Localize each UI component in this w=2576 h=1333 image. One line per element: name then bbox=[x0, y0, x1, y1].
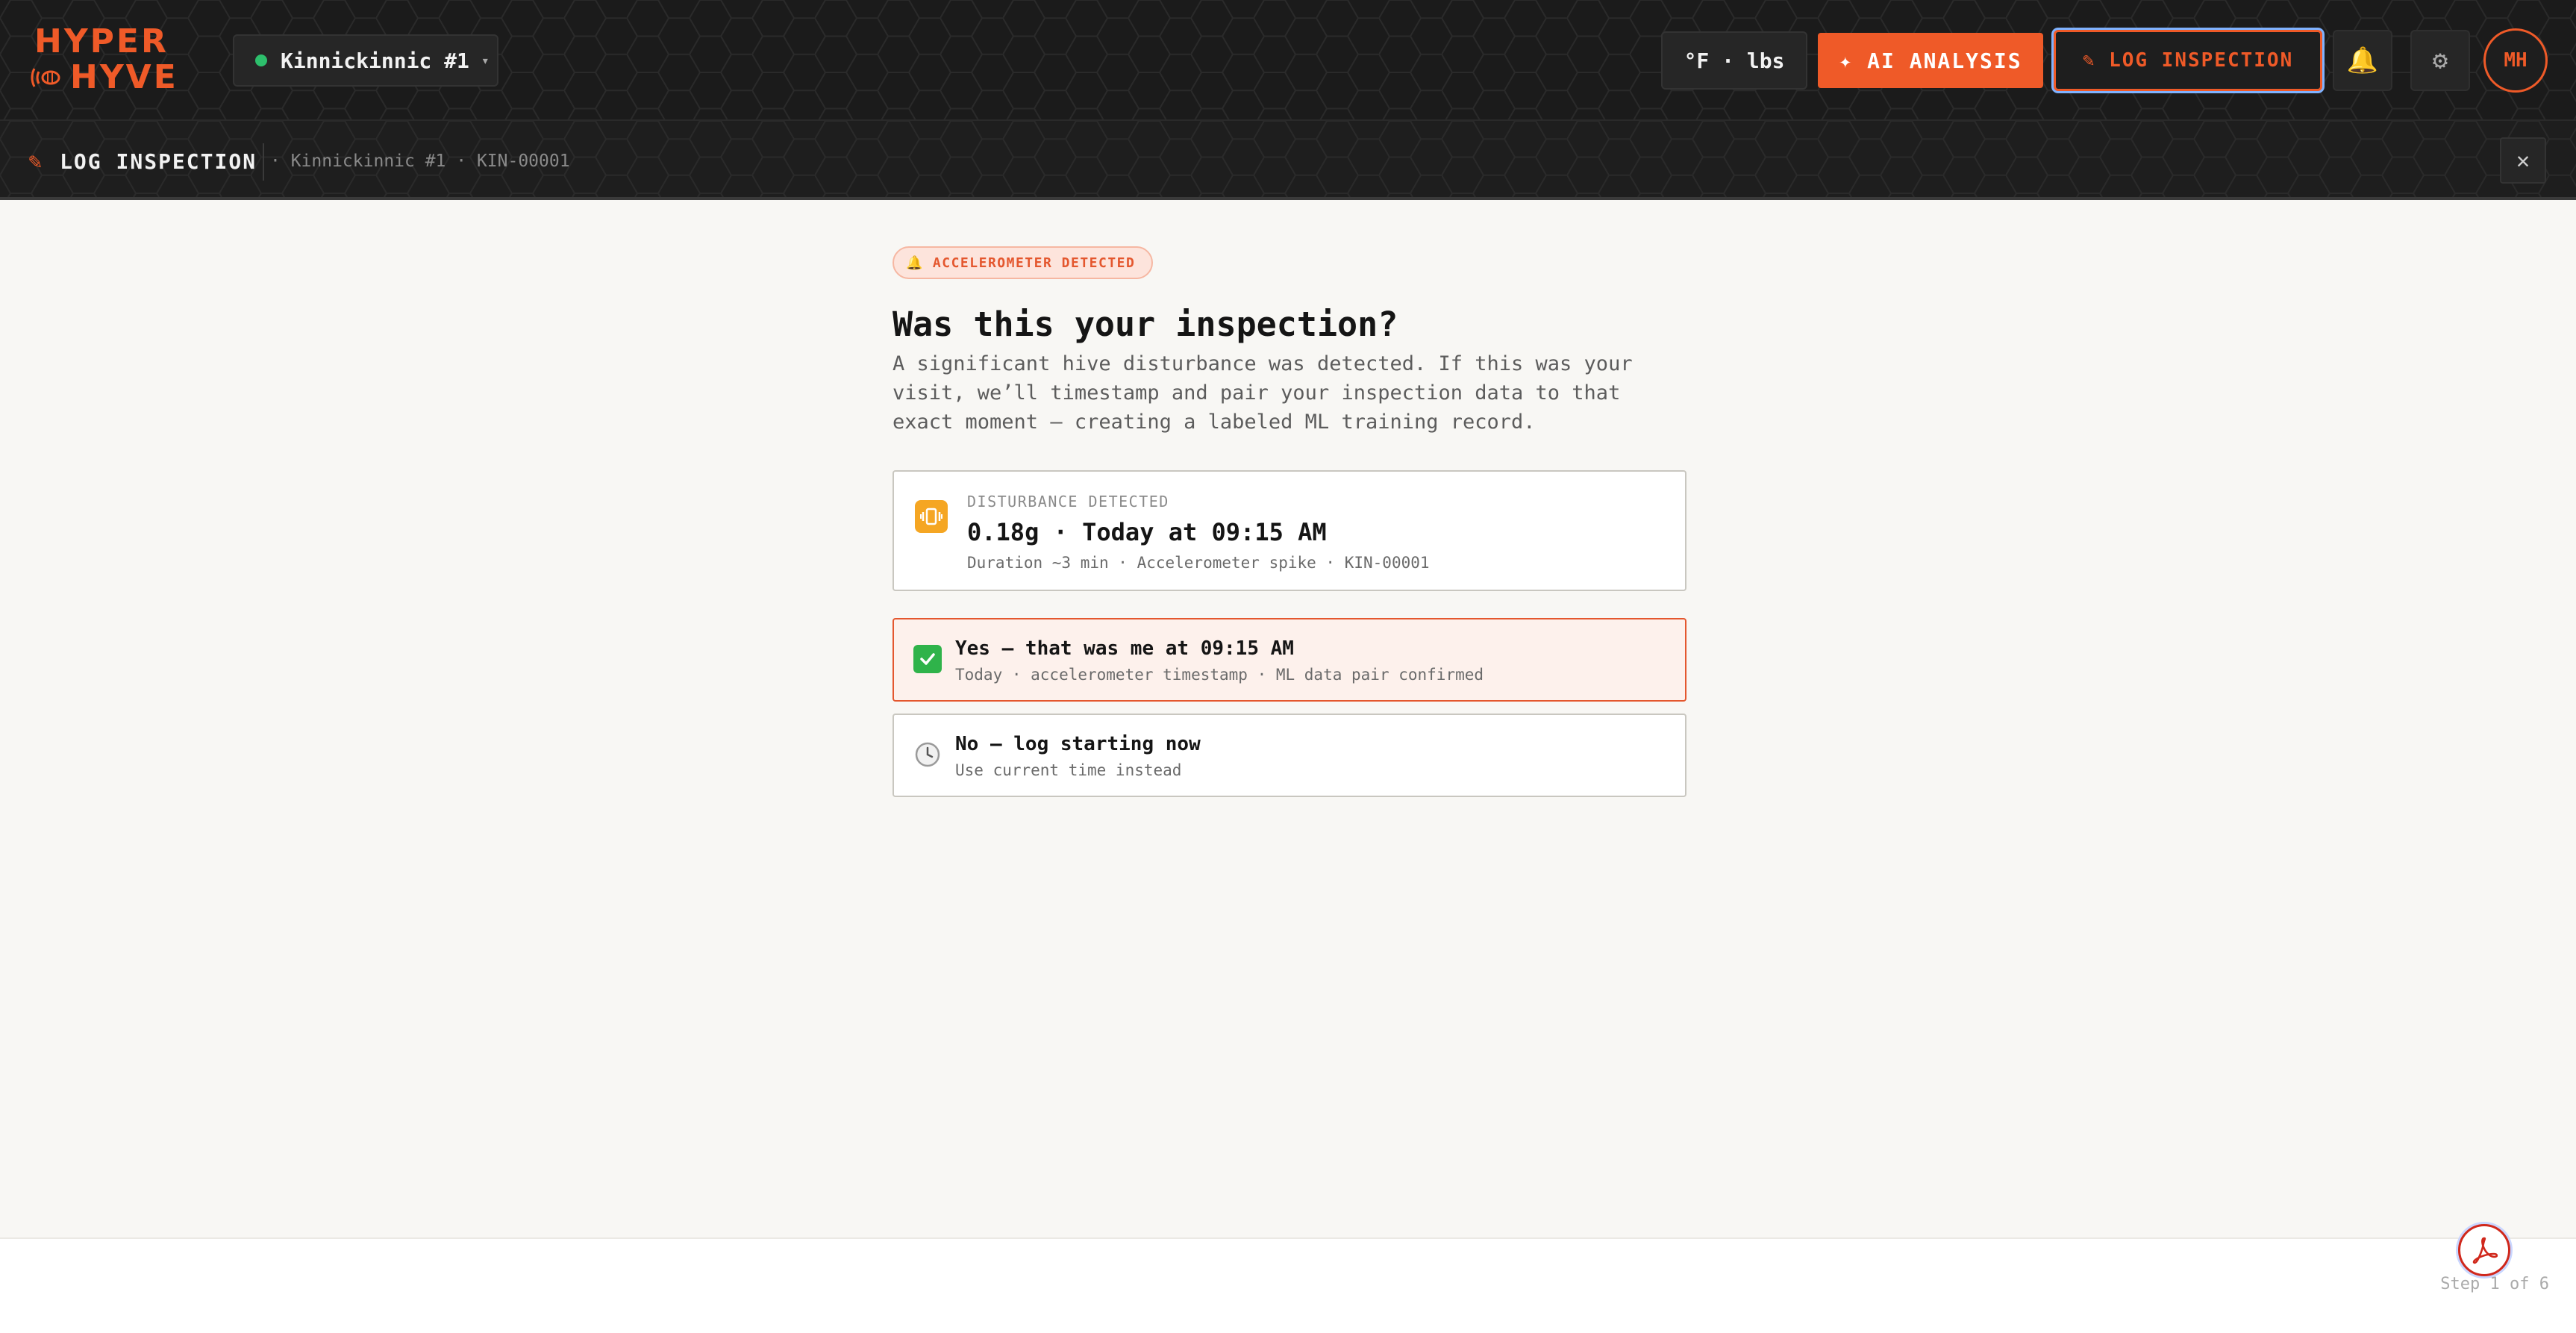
inspection-subheader: ✎ LOG INSPECTION · Kinnickinnic #1 · KIN… bbox=[0, 119, 2576, 200]
clock-icon bbox=[913, 740, 942, 769]
settings-button[interactable]: ⚙ bbox=[2410, 30, 2470, 91]
step-indicator: Step 1 of 6 bbox=[2440, 1275, 2549, 1293]
page-description: A significant hive disturbance was detec… bbox=[892, 352, 1633, 434]
option-title: Yes — that was me at 09:15 AM bbox=[955, 637, 1294, 660]
option-yes-that-was-me[interactable]: Yes — that was me at 09:15 AM Today · ac… bbox=[892, 618, 1686, 702]
hive-name: Kinnickinnic #1 bbox=[281, 48, 469, 73]
check-icon bbox=[913, 645, 942, 673]
option-no-log-now[interactable]: No — log starting now Use current time i… bbox=[892, 714, 1686, 797]
close-button[interactable]: ✕ bbox=[2500, 137, 2546, 184]
user-avatar[interactable]: MH bbox=[2483, 28, 2548, 93]
logo-text-hyve: HYVE bbox=[70, 58, 178, 96]
hive-status-dot bbox=[255, 54, 267, 66]
disturbance-meta: Duration ~3 min · Accelerometer spike · … bbox=[967, 554, 1430, 572]
subheader-title: ✎ LOG INSPECTION bbox=[28, 121, 257, 197]
units-toggle-button[interactable]: °F · lbs bbox=[1661, 31, 1807, 90]
accelerometer-badge: 🔔 ACCELEROMETER DETECTED bbox=[892, 246, 1154, 279]
chevron-down-icon: ▾ bbox=[481, 52, 490, 69]
page-title: Was this your inspection? bbox=[892, 305, 1398, 344]
notifications-button[interactable]: 🔔 bbox=[2333, 30, 2392, 91]
pencil-icon: ✎ bbox=[28, 148, 44, 175]
bell-icon: 🔔 bbox=[2346, 46, 2379, 75]
disturbance-card: DISTURBANCE DETECTED 0.18g · Today at 09… bbox=[892, 470, 1686, 591]
disturbance-label: DISTURBANCE DETECTED bbox=[967, 493, 1169, 511]
logo-text-hyper: HYPER bbox=[34, 22, 169, 60]
bell-icon: 🔔 bbox=[906, 255, 924, 271]
wizard-footer bbox=[0, 1237, 2576, 1333]
hive-selector-dropdown[interactable]: Kinnickinnic #1 ▾ bbox=[233, 34, 498, 87]
subheader-title-text: LOG INSPECTION bbox=[60, 149, 257, 174]
gear-icon: ⚙ bbox=[2432, 46, 2448, 75]
ai-analysis-button[interactable]: ✦ AI ANALYSIS bbox=[1818, 33, 2043, 88]
badge-label: ACCELEROMETER DETECTED bbox=[932, 255, 1136, 271]
breadcrumb: · Kinnickinnic #1 · KIN-00001 bbox=[270, 152, 570, 171]
bee-signal-icon bbox=[31, 68, 60, 87]
hyperhyve-logo[interactable]: HYPER HYVE bbox=[28, 22, 194, 97]
option-subtitle: Today · accelerometer timestamp · ML dat… bbox=[955, 666, 1484, 684]
option-title: No — log starting now bbox=[955, 733, 1201, 755]
close-icon: ✕ bbox=[2516, 147, 2530, 174]
pdf-icon bbox=[2472, 1237, 2498, 1264]
top-navbar: HYPER HYVE Kinnickinnic #1 ▾ °F · lbs ✦ … bbox=[0, 0, 2576, 119]
pdf-export-button[interactable] bbox=[2458, 1224, 2510, 1276]
option-subtitle: Use current time instead bbox=[955, 761, 1182, 779]
disturbance-value: 0.18g · Today at 09:15 AM bbox=[967, 518, 1327, 546]
vibration-icon bbox=[915, 500, 948, 533]
log-inspection-button[interactable]: ✎ LOG INSPECTION bbox=[2054, 30, 2322, 91]
divider bbox=[263, 143, 264, 181]
